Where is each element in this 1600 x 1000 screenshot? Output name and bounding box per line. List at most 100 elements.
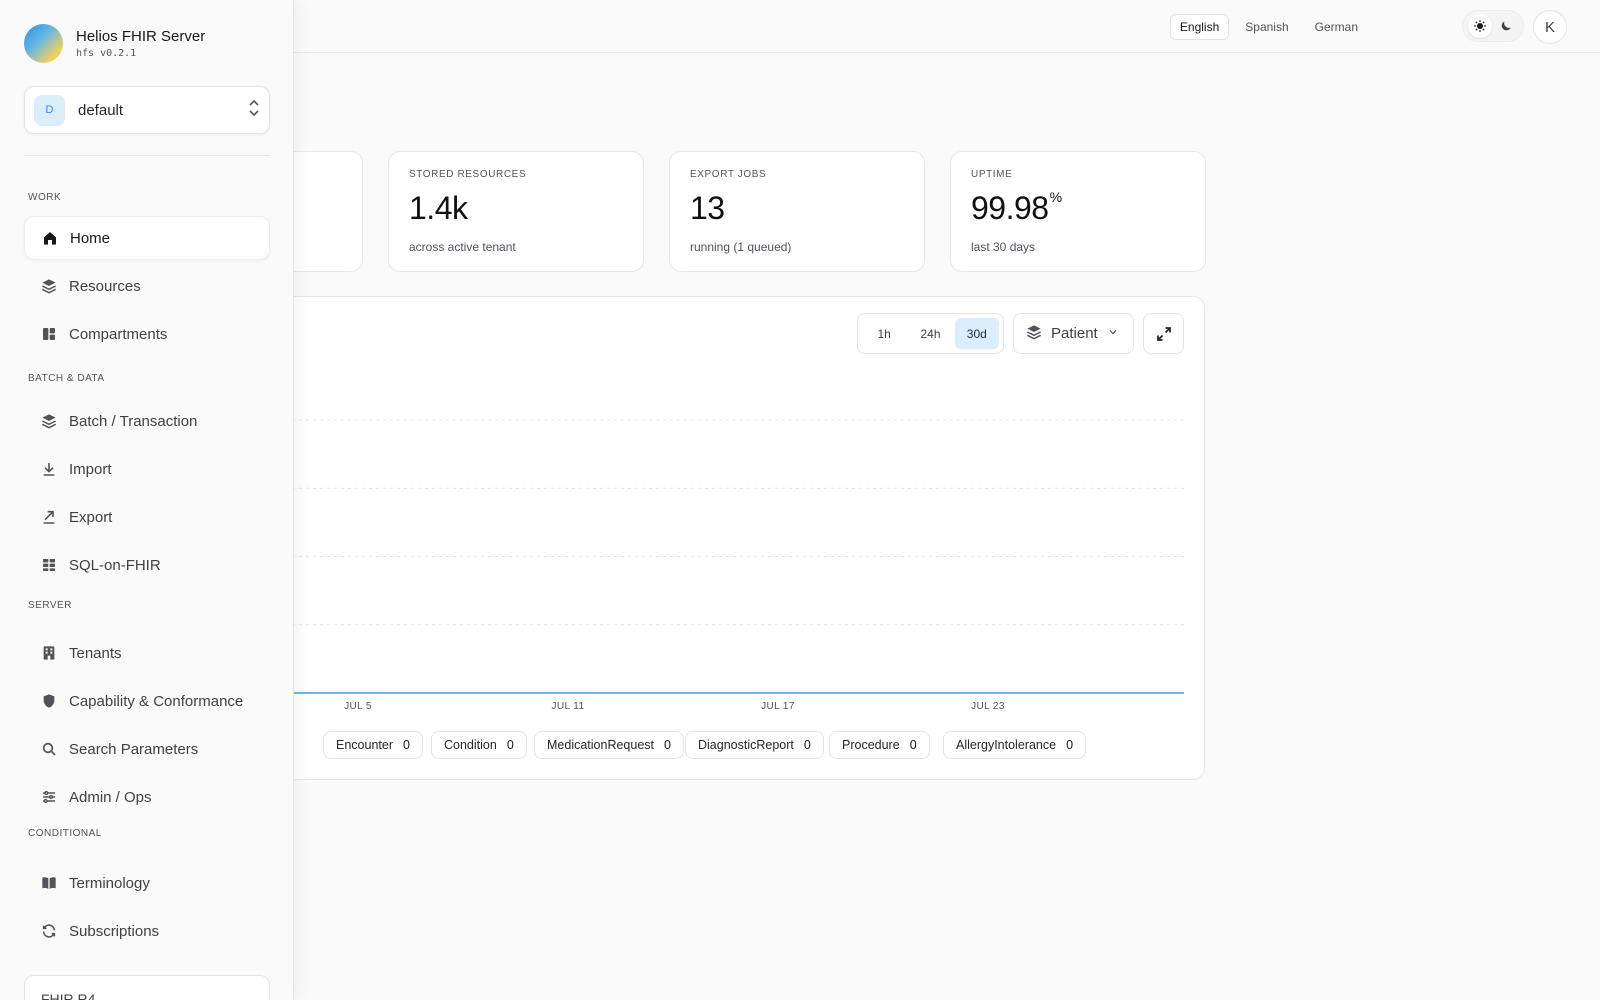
section-label: CONDITIONAL	[28, 828, 102, 839]
stat-card-uptime: UPTIME 99.98% last 30 days	[950, 151, 1206, 272]
fhir-version-select[interactable]: FHIR R4	[24, 975, 270, 1000]
chevron-up-down-icon	[248, 99, 260, 122]
dashboard-icon	[40, 325, 58, 343]
stat-label: STORED RESOURCES	[409, 169, 527, 180]
language-spanish[interactable]: Spanish	[1235, 14, 1298, 40]
stat-subtitle: across active tenant	[409, 240, 516, 254]
tenant-name: default	[78, 101, 124, 119]
section-label: SERVER	[28, 600, 72, 611]
search-icon	[40, 740, 58, 758]
resource-count-label: DiagnosticReport	[698, 738, 794, 752]
sidebar-item-import[interactable]: Import	[24, 447, 270, 491]
resource-count-value: 0	[909, 738, 917, 752]
resource-count-value: 0	[506, 738, 514, 752]
sidebar-item-label: Terminology	[69, 874, 150, 892]
refresh-icon	[40, 922, 58, 940]
export-icon	[40, 508, 58, 526]
resource-count-chip[interactable]: Condition 0	[431, 731, 527, 759]
sidebar-item-label: SQL-on-FHIR	[69, 556, 161, 574]
x-tick-label: JUL 23	[971, 701, 1005, 712]
brand-name: Helios FHIR Server	[76, 28, 206, 45]
stat-value: 1.4k	[409, 190, 468, 226]
stat-label: UPTIME	[971, 169, 1013, 180]
fhir-version-value: FHIR R4	[41, 991, 96, 1000]
stat-unit: %	[1049, 189, 1062, 205]
sidebar-item-capability-conformance[interactable]: Capability & Conformance	[24, 679, 270, 723]
sidebar-item-label: Tenants	[69, 644, 122, 662]
resource-count-chip[interactable]: Encounter 0	[323, 731, 423, 759]
sidebar-item-home[interactable]: Home	[24, 216, 270, 260]
stat-subtitle: running (1 queued)	[690, 240, 792, 254]
sidebar-item-search-parameters[interactable]: Search Parameters	[24, 727, 270, 771]
x-tick-label: JUL 17	[761, 701, 795, 712]
stat-subtitle: last 30 days	[971, 240, 1036, 254]
sidebar-item-label: Resources	[69, 277, 141, 295]
resource-count-value: 0	[402, 738, 410, 752]
x-tick-label: JUL 11	[552, 701, 585, 712]
sun-icon[interactable]	[1468, 14, 1492, 38]
sidebar-item-terminology[interactable]: Terminology	[24, 861, 270, 905]
resource-count-chip[interactable]: MedicationRequest 0	[534, 731, 684, 759]
sidebar-item-label: Home	[70, 229, 111, 247]
section-label: BATCH & DATA	[28, 373, 105, 384]
user-avatar-button[interactable]: K	[1533, 10, 1567, 44]
home-icon	[41, 229, 59, 247]
layers-icon	[40, 277, 58, 295]
layers-icon	[40, 412, 58, 430]
sliders-icon	[40, 788, 58, 806]
resource-count-value: 0	[664, 738, 671, 752]
sidebar-item-sql-on-fhir[interactable]: SQL-on-FHIR	[24, 543, 270, 587]
sidebar-item-tenants[interactable]: Tenants	[24, 631, 270, 675]
language-german[interactable]: German	[1305, 14, 1368, 40]
resource-count-chip[interactable]: AllergyIntolerance 0	[943, 731, 1087, 759]
resource-count-label: Encounter	[336, 738, 393, 752]
stat-card-stored-resources: STORED RESOURCES 1.4k across active tena…	[388, 151, 644, 272]
language-switcher: English Spanish German	[1169, 14, 1368, 40]
resource-count-chip[interactable]: Procedure 0	[829, 731, 930, 759]
resource-count-label: AllergyIntolerance	[956, 738, 1057, 752]
building-icon	[40, 644, 58, 662]
sidebar-item-compartments[interactable]: Compartments	[24, 312, 270, 356]
resource-count-label: Condition	[444, 738, 497, 752]
resource-count-label: Procedure	[842, 738, 900, 752]
download-icon	[40, 460, 58, 478]
sidebar: Helios FHIR Server hfs v0.2.1 D default …	[0, 0, 294, 1000]
resource-count-chip[interactable]: DiagnosticReport 0	[685, 731, 824, 759]
sidebar-item-label: Batch / Transaction	[69, 412, 198, 430]
sidebar-item-label: Compartments	[69, 325, 168, 343]
moon-icon[interactable]	[1494, 14, 1518, 38]
language-english[interactable]: English	[1169, 14, 1230, 40]
resource-count-label: MedicationRequest	[547, 738, 655, 752]
sidebar-item-label: Search Parameters	[69, 740, 199, 758]
sidebar-item-label: Admin / Ops	[69, 788, 152, 806]
sidebar-item-export[interactable]: Export	[24, 495, 270, 539]
shield-icon	[40, 692, 58, 710]
stat-value: 13	[690, 190, 725, 226]
theme-toggle[interactable]	[1462, 10, 1524, 42]
sidebar-item-admin-ops[interactable]: Admin / Ops	[24, 775, 270, 819]
sidebar-item-resources[interactable]: Resources	[24, 264, 270, 308]
book-icon	[40, 874, 58, 892]
resource-count-legend: n0Encounter0Condition0MedicationRequest0…	[243, 731, 1206, 759]
stat-value: 99.98%	[971, 189, 1062, 226]
brand-logo	[24, 24, 63, 63]
table-icon	[40, 556, 58, 574]
sidebar-item-label: Export	[69, 508, 113, 526]
section-label: WORK	[28, 192, 62, 203]
brand-version: hfs v0.2.1	[76, 48, 137, 59]
sidebar-item-label: Subscriptions	[69, 922, 160, 940]
sidebar-divider	[24, 155, 270, 156]
sidebar-item-batch-transaction[interactable]: Batch / Transaction	[24, 399, 270, 443]
sidebar-item-label: Capability & Conformance	[69, 692, 244, 710]
stat-card-export-jobs: EXPORT JOBS 13 running (1 queued)	[669, 151, 925, 272]
stat-label: EXPORT JOBS	[690, 169, 767, 180]
tenant-select[interactable]: D default	[24, 86, 270, 134]
sidebar-item-label: Import	[69, 460, 112, 478]
tenant-avatar: D	[34, 94, 65, 126]
resource-count-value: 0	[803, 738, 811, 752]
resource-count-value: 0	[1066, 738, 1074, 752]
activity-line-chart: JUL 5 JUL 11 JUL 17 JUL 23	[271, 419, 1184, 712]
x-tick-label: JUL 5	[344, 701, 372, 712]
activity-chart-card: 1h 24h 30d Patient JUL 5 JUL 11 JUL 17 JUL 23…	[243, 296, 1206, 780]
sidebar-item-subscriptions[interactable]: Subscriptions	[24, 909, 270, 953]
